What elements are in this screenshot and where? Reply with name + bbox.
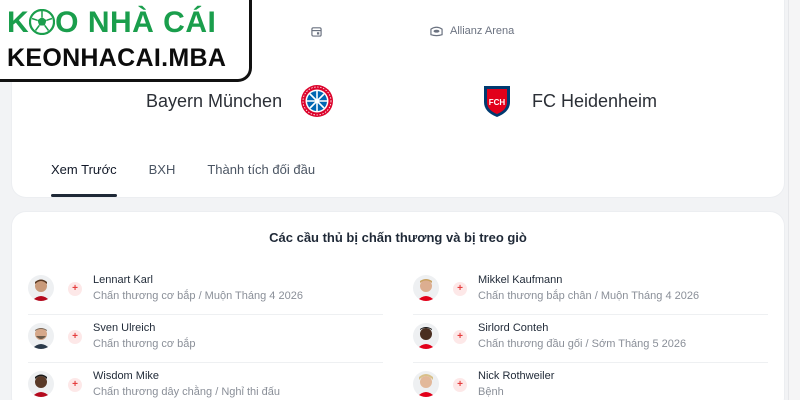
avatar bbox=[28, 371, 54, 397]
injury-list-item[interactable]: + Sirlord Conteh Chấn thương đầu gối / S… bbox=[413, 315, 768, 363]
injuries-card: Các cầu thủ bị chấn thương và bị treo gi… bbox=[12, 212, 784, 400]
injury-list-item[interactable]: + Lennart Karl Chấn thương cơ bắp / Muộn… bbox=[28, 267, 383, 315]
bayern-crest-icon bbox=[300, 84, 334, 118]
match-venue: Allianz Arena bbox=[430, 22, 514, 40]
away-team-name: FC Heidenheim bbox=[532, 90, 658, 111]
injury-status: Chấn thương cơ bắp / Muộn Tháng 4 2026 bbox=[93, 290, 303, 302]
avatar bbox=[413, 323, 439, 349]
player-name: Wisdom Mike bbox=[93, 370, 160, 382]
tab-preview[interactable]: Xem Trước bbox=[51, 162, 117, 197]
injury-status: Bệnh bbox=[478, 386, 504, 398]
player-name: Mikkel Kaufmann bbox=[478, 274, 563, 286]
calendar-icon bbox=[310, 25, 323, 38]
away-team[interactable]: FCH FC Heidenheim bbox=[480, 82, 657, 120]
brand-domain: KEONHACAI.MBA bbox=[7, 44, 227, 72]
avatar bbox=[413, 371, 439, 397]
injury-list-item[interactable]: + Nick Rothweiler Bệnh bbox=[413, 363, 768, 400]
tab-head-to-head[interactable]: Thành tích đối đầu bbox=[207, 162, 315, 197]
soccer-ball-icon bbox=[29, 8, 56, 36]
player-name: Sven Ulreich bbox=[93, 322, 156, 334]
injury-list-item[interactable]: + Wisdom Mike Chấn thương dây chằng / Ng… bbox=[28, 363, 383, 400]
injury-status: Chấn thương bắp chân / Muộn Tháng 4 2026 bbox=[478, 290, 700, 302]
medical-cross-icon: + bbox=[453, 282, 467, 296]
brand-logo: K O NHÀ CÁI KEONHACAI.MBA bbox=[0, 0, 252, 82]
injury-status: Chấn thương cơ bắp bbox=[93, 338, 196, 350]
tab-standings[interactable]: BXH bbox=[149, 162, 176, 197]
medical-cross-icon: + bbox=[68, 282, 82, 296]
brand-line1: O NHÀ CÁI bbox=[55, 6, 217, 39]
home-team[interactable]: Bayern München bbox=[146, 82, 334, 120]
player-name: Nick Rothweiler bbox=[478, 370, 555, 382]
home-injury-list: + Lennart Karl Chấn thương cơ bắp / Muộn… bbox=[28, 267, 383, 400]
svg-text:FCH: FCH bbox=[489, 98, 506, 107]
injuries-title: Các cầu thủ bị chấn thương và bị treo gi… bbox=[269, 230, 527, 245]
avatar bbox=[413, 275, 439, 301]
match-tabs: Xem Trước BXH Thành tích đối đầu bbox=[51, 162, 347, 197]
brand-letter: K bbox=[7, 6, 30, 39]
injury-list-item[interactable]: + Sven Ulreich Chấn thương cơ bắp bbox=[28, 315, 383, 363]
injury-list-item[interactable]: + Mikkel Kaufmann Chấn thương bắp chân /… bbox=[413, 267, 768, 315]
medical-cross-icon: + bbox=[453, 378, 467, 392]
player-name: Lennart Karl bbox=[93, 274, 153, 286]
medical-cross-icon: + bbox=[453, 330, 467, 344]
heidenheim-crest-icon: FCH bbox=[480, 84, 514, 118]
medical-cross-icon: + bbox=[68, 330, 82, 344]
player-name: Sirlord Conteh bbox=[478, 322, 549, 334]
match-date bbox=[310, 22, 330, 40]
injury-status: Chấn thương dây chằng / Nghỉ thi đấu bbox=[93, 386, 281, 398]
scrollbar[interactable] bbox=[788, 0, 800, 400]
medical-cross-icon: + bbox=[68, 378, 82, 392]
stadium-icon bbox=[430, 25, 443, 38]
venue-name: Allianz Arena bbox=[450, 25, 515, 37]
home-team-name: Bayern München bbox=[146, 90, 283, 111]
avatar bbox=[28, 323, 54, 349]
away-injury-list: + Mikkel Kaufmann Chấn thương bắp chân /… bbox=[413, 267, 768, 400]
injury-status: Chấn thương đầu gối / Sớm Tháng 5 2026 bbox=[478, 338, 687, 350]
avatar bbox=[28, 275, 54, 301]
